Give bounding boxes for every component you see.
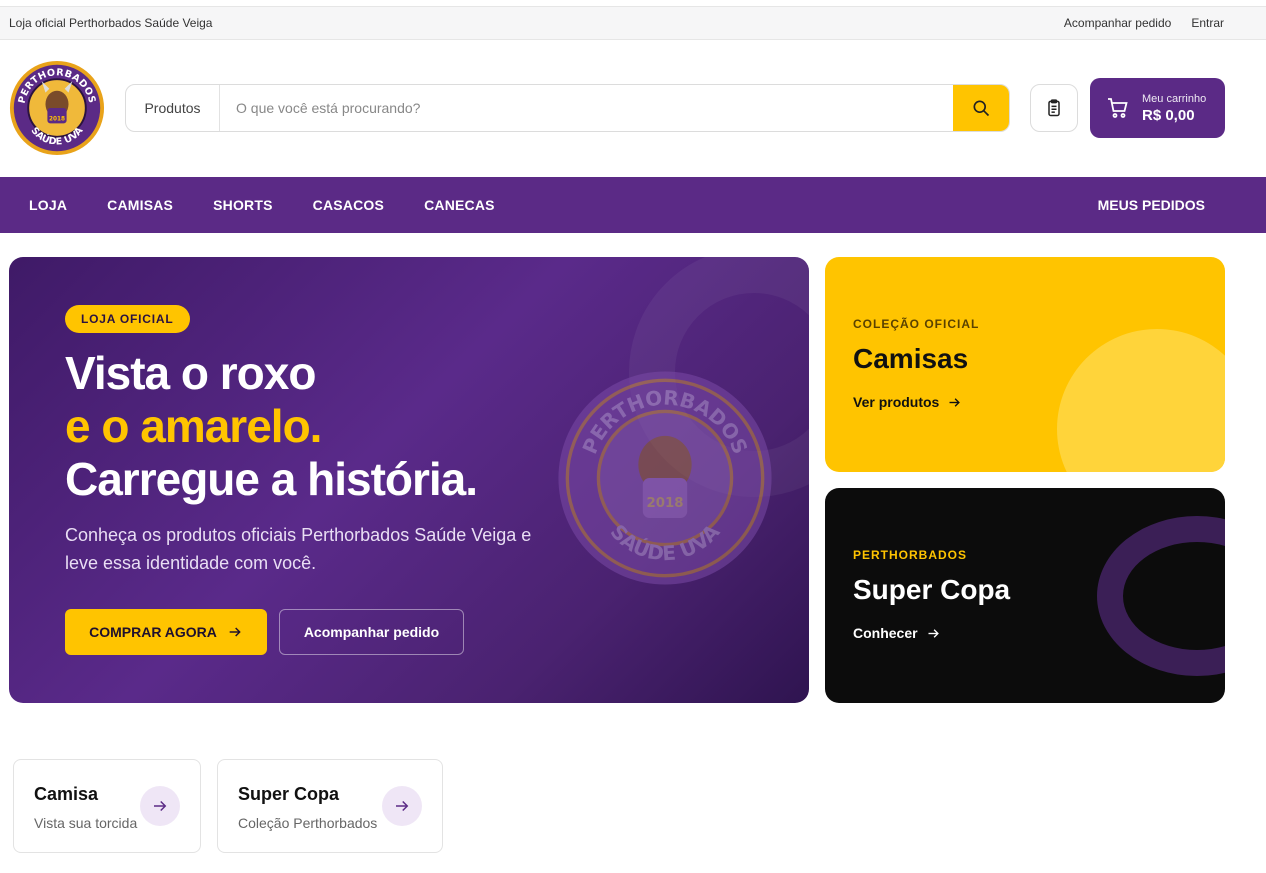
cart-button[interactable]: Meu carrinho R$ 0,00 <box>1090 78 1225 138</box>
card-kicker: PERTHORBADOS <box>853 548 968 562</box>
orders-button[interactable] <box>1030 84 1078 132</box>
hero-emblem: PERTHORBADOS SAÚDE UVA 2018 <box>558 371 772 585</box>
nav-item-loja[interactable]: LOJA <box>29 197 67 213</box>
hero-headline: Vista o roxo e o amarelo. Carregue a his… <box>65 347 478 506</box>
nav-item-casacos[interactable]: CASACOS <box>313 197 384 213</box>
cart-label: Meu carrinho <box>1142 92 1207 105</box>
nav-item-my-orders[interactable]: MEUS PEDIDOS <box>1098 197 1205 213</box>
category-title: Super Copa <box>238 784 340 804</box>
card-link-label: Ver produtos <box>853 394 940 410</box>
card-title: Camisas <box>853 343 969 374</box>
clipboard-icon <box>1048 99 1060 117</box>
arrow-right-icon <box>949 397 961 407</box>
hero-line-3: Carregue a história. <box>65 453 478 505</box>
search-category[interactable]: Produtos <box>126 85 220 131</box>
top-links: Acompanhar pedido Entrar <box>1064 16 1224 30</box>
learn-more-link[interactable]: Conhecer <box>853 625 941 641</box>
card-decorative-circle <box>1057 329 1225 472</box>
category-subtitle: Coleção Perthorbados <box>238 815 378 831</box>
cart-text: Meu carrinho R$ 0,00 <box>1142 93 1206 124</box>
store-name: Loja oficial Perthorbados Saúde Veiga <box>9 16 213 30</box>
search-bar: Produtos <box>125 84 1010 132</box>
search-icon <box>973 100 990 117</box>
arrow-right-icon <box>229 627 241 637</box>
category-arrow-button[interactable] <box>140 786 180 826</box>
arrow-right-icon <box>154 800 167 812</box>
svg-text:2018: 2018 <box>646 496 683 511</box>
hero-badge: LOJA OFICIAL <box>65 305 190 333</box>
login-link[interactable]: Entrar <box>1191 16 1224 30</box>
category-card-camisa[interactable]: Camisa Vista sua torcida <box>13 759 201 853</box>
hero-banner: PERTHORBADOS SAÚDE UVA 2018 LOJA OFICIAL… <box>9 257 809 703</box>
main-nav: LOJA CAMISAS SHORTS CASACOS CANECAS MEUS… <box>0 177 1266 233</box>
card-decorative-ring <box>1097 516 1225 676</box>
promo-card-super-copa[interactable]: PERTHORBADOS Super Copa Conhecer <box>825 488 1225 703</box>
store-logo[interactable]: PERTHORBADOS SAÚDE UVA 2018 <box>9 60 105 156</box>
top-bar: Loja oficial Perthorbados Saúde Veiga Ac… <box>0 6 1266 40</box>
nav-item-camisas[interactable]: CAMISAS <box>107 197 173 213</box>
category-title: Camisa <box>34 784 99 804</box>
header: PERTHORBADOS SAÚDE UVA 2018 Produtos Meu… <box>0 40 1266 177</box>
arrow-right-icon <box>396 800 409 812</box>
card-title: Super Copa <box>853 574 1011 605</box>
card-kicker: COLEÇÃO OFICIAL <box>853 317 980 331</box>
track-order-button[interactable]: Acompanhar pedido <box>279 609 464 655</box>
nav-item-canecas[interactable]: CANECAS <box>424 197 495 213</box>
track-order-link[interactable]: Acompanhar pedido <box>1064 16 1171 30</box>
category-subtitle: Vista sua torcida <box>34 815 138 831</box>
hero-subtitle: Conheça os produtos oficiais Perthorbado… <box>65 525 532 573</box>
promo-card-camisas[interactable]: COLEÇÃO OFICIAL Camisas Ver produtos <box>825 257 1225 472</box>
view-products-link[interactable]: Ver produtos <box>853 394 962 410</box>
search-button[interactable] <box>953 85 1009 131</box>
buy-now-label: COMPRAR AGORA <box>89 624 217 640</box>
card-link-label: Conhecer <box>853 625 918 641</box>
cart-value: R$ 0,00 <box>1142 106 1195 124</box>
hero-line-1: Vista o roxo <box>65 347 316 399</box>
category-arrow-button[interactable] <box>382 786 422 826</box>
nav-item-shorts[interactable]: SHORTS <box>213 197 273 213</box>
arrow-right-icon <box>928 628 939 638</box>
svg-text:2018: 2018 <box>49 116 65 122</box>
search-input[interactable] <box>220 85 953 131</box>
hero-line-2: e o amarelo. <box>65 400 322 452</box>
cart-icon <box>1108 98 1128 118</box>
buy-now-button[interactable]: COMPRAR AGORA <box>65 609 267 655</box>
category-card-super-copa[interactable]: Super Copa Coleção Perthorbados <box>217 759 443 853</box>
